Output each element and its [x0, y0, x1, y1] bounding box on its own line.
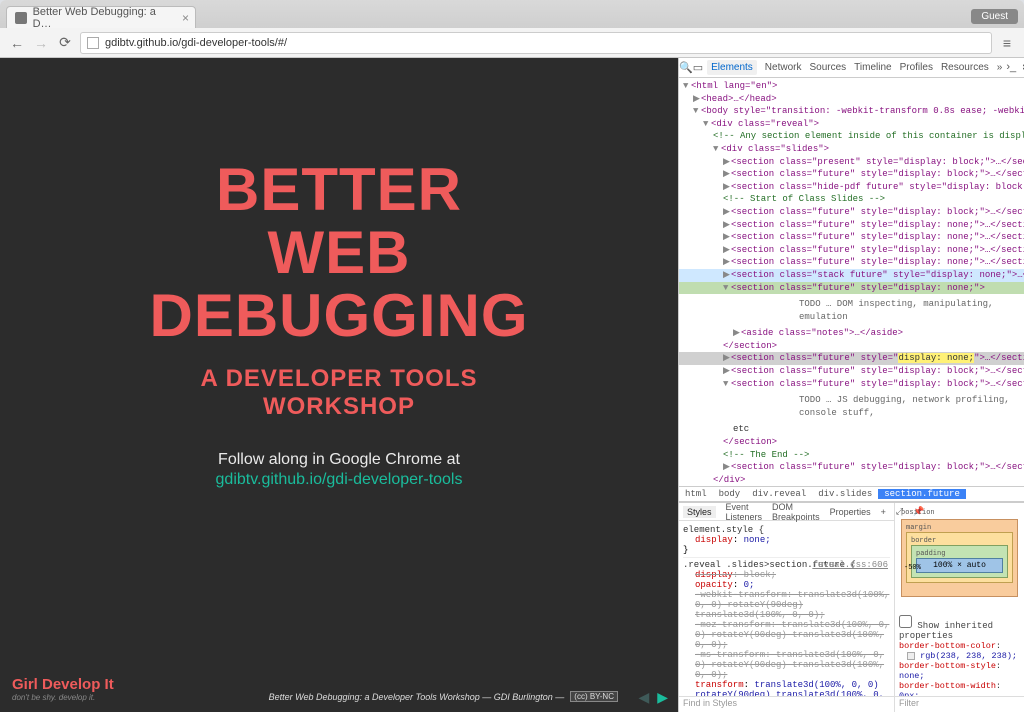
- console-icon[interactable]: ›_: [1006, 61, 1016, 74]
- slide-nav-arrows: ◀ ▶: [638, 689, 668, 706]
- tab-resources[interactable]: Resources: [941, 60, 989, 75]
- crumb-slides[interactable]: div.slides: [812, 489, 878, 499]
- tab-styles[interactable]: Styles: [683, 506, 716, 518]
- computed-inherited[interactable]: Show inherited properties border-bottom-…: [895, 613, 1024, 696]
- devtools-tabs: Elements Network Sources Timeline Profil…: [703, 60, 1006, 75]
- logo-motto: don't be shy. develop it.: [12, 693, 114, 702]
- crumb-section[interactable]: section.future: [878, 489, 966, 499]
- tab-event-listeners[interactable]: Event Listeners: [726, 502, 763, 522]
- forward-button[interactable]: →: [32, 34, 50, 52]
- styles-tabs: Styles Event Listeners DOM Breakpoints P…: [679, 503, 894, 521]
- site-icon: [87, 37, 99, 49]
- prev-slide-icon[interactable]: ◀: [638, 689, 649, 706]
- slide-footer: Better Web Debugging: a Developer Tools …: [269, 691, 618, 702]
- tab-properties[interactable]: Properties: [830, 507, 871, 517]
- back-button[interactable]: ←: [8, 34, 26, 52]
- crumb-html[interactable]: html: [679, 489, 713, 499]
- tab-network[interactable]: Network: [765, 60, 802, 75]
- devtools-panel: 🔍 ▭ Elements Network Sources Timeline Pr…: [678, 58, 1024, 712]
- reload-button[interactable]: ⟳: [56, 34, 74, 52]
- tab-timeline[interactable]: Timeline: [854, 60, 891, 75]
- slide-title: BETTER WEB DEBUGGING: [149, 158, 528, 347]
- gdi-logo: Girl Develop It don't be shy. develop it…: [12, 676, 114, 702]
- browser-tab[interactable]: Better Web Debugging: a D… ×: [6, 6, 196, 28]
- crumb-body[interactable]: body: [713, 489, 747, 499]
- slide-link[interactable]: gdibtv.github.io/gdi-developer-tools: [216, 471, 463, 489]
- tab-profiles[interactable]: Profiles: [900, 60, 933, 75]
- device-icon[interactable]: ▭: [693, 61, 703, 74]
- selected-element[interactable]: ▶<section class="future" style="display:…: [679, 352, 1024, 365]
- favicon-icon: [15, 12, 27, 24]
- toolbar: ← → ⟳ gdibtv.github.io/gdi-developer-too…: [0, 28, 1024, 58]
- url-text: gdibtv.github.io/gdi-developer-tools/#/: [105, 37, 287, 49]
- box-model[interactable]: position margin border padding 100% × au…: [895, 503, 1024, 613]
- filter-computed[interactable]: Filter: [895, 696, 1024, 712]
- guest-badge[interactable]: Guest: [971, 9, 1018, 24]
- styles-rules[interactable]: element.style { display: none; } reveal.…: [679, 521, 894, 696]
- find-in-styles[interactable]: Find in Styles: [679, 696, 894, 712]
- cc-badge: (cc) BY-NC: [570, 691, 618, 702]
- close-tab-icon[interactable]: ×: [182, 11, 189, 25]
- inspect-icon[interactable]: 🔍: [679, 61, 693, 74]
- chrome-window: Better Web Debugging: a D… × Guest ← → ⟳…: [0, 0, 1024, 712]
- tab-strip: Better Web Debugging: a D… × Guest: [0, 0, 1024, 28]
- elements-tree[interactable]: ▼<html lang="en"> ▶<head>…</head> ▼<body…: [679, 78, 1024, 486]
- tab-sources[interactable]: Sources: [809, 60, 846, 75]
- menu-button[interactable]: ≡: [998, 34, 1016, 52]
- tab-dom-breakpoints[interactable]: DOM Breakpoints: [772, 502, 820, 522]
- logo-brand: Girl Develop It: [12, 676, 114, 693]
- slide-subtitle: A DEVELOPER TOOLS WORKSHOP: [200, 365, 477, 421]
- slide-presentation: BETTER WEB DEBUGGING A DEVELOPER TOOLS W…: [0, 58, 678, 712]
- slide-tagline: Follow along in Google Chrome at: [218, 451, 460, 469]
- devtools-toolbar: 🔍 ▭ Elements Network Sources Timeline Pr…: [679, 58, 1024, 78]
- styles-panel: Styles Event Listeners DOM Breakpoints P…: [679, 502, 1024, 712]
- new-style-icon[interactable]: +: [881, 507, 886, 517]
- address-bar[interactable]: gdibtv.github.io/gdi-developer-tools/#/: [80, 32, 992, 54]
- tab-elements[interactable]: Elements: [707, 60, 757, 75]
- show-inherited-checkbox[interactable]: [899, 615, 912, 628]
- element-breadcrumb[interactable]: html body div.reveal div.slides section.…: [679, 486, 1024, 502]
- content-area: BETTER WEB DEBUGGING A DEVELOPER TOOLS W…: [0, 58, 1024, 712]
- tab-more[interactable]: »: [997, 60, 1003, 75]
- next-slide-icon[interactable]: ▶: [657, 689, 668, 706]
- tab-title: Better Web Debugging: a D…: [33, 6, 173, 30]
- crumb-reveal[interactable]: div.reveal: [746, 489, 812, 499]
